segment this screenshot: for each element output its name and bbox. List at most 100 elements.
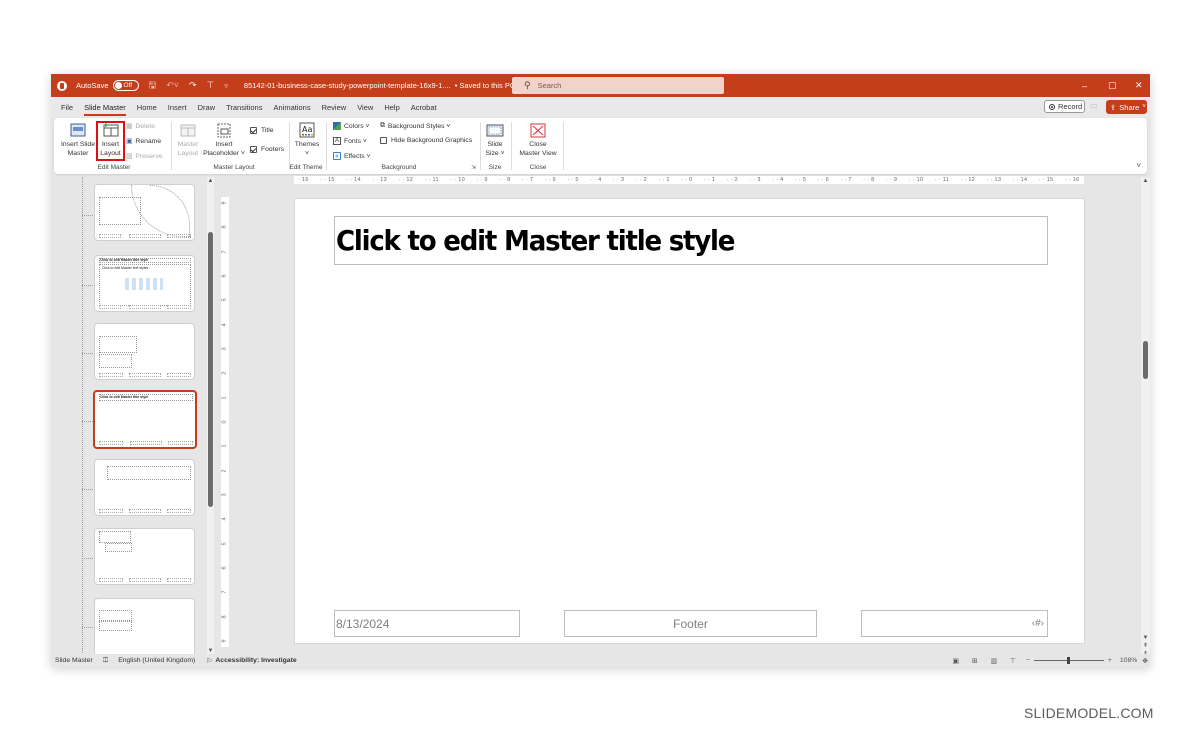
tab-acrobat[interactable]: Acrobat	[411, 103, 437, 112]
footer-placeholder	[99, 373, 123, 377]
tab-animations[interactable]: Animations	[273, 103, 310, 112]
file-name[interactable]: 85142-01-business-case-study-powerpoint-…	[244, 81, 451, 90]
accessibility-status[interactable]: Accessibility: Investigate	[215, 657, 296, 664]
close-master-view-button[interactable]: Close Master View	[516, 123, 560, 158]
ruler-tick-label: · · 14	[346, 177, 361, 183]
slide-number-placeholder[interactable]: ‹#›	[861, 610, 1048, 637]
horizontal-ruler[interactable]: · 16 · · 15 · · 14 · · 13 · · 12 · · 11 · · 10…	[294, 176, 1084, 184]
colors-button[interactable]: Colors ˅	[333, 122, 370, 130]
comment-icon[interactable]: ▭	[1090, 101, 1101, 112]
placeholder-box	[99, 531, 131, 543]
save-icon[interactable]: 🖫	[149, 78, 157, 94]
insert-slide-master-button[interactable]: Insert Slide Master	[60, 123, 96, 158]
record-button[interactable]: Record	[1044, 100, 1085, 113]
footers-checkbox[interactable]: Footers	[250, 146, 284, 153]
tab-view[interactable]: View	[357, 103, 373, 112]
footer-placeholder	[99, 441, 123, 445]
autosave-toggle[interactable]: Off	[112, 80, 139, 91]
present-icon[interactable]: ⊤	[207, 80, 215, 91]
scroll-up-icon[interactable]: ▲	[1141, 178, 1150, 184]
language-indicator[interactable]: English (United Kingdom)	[118, 657, 195, 664]
scroll-up-icon[interactable]: ▲	[207, 178, 214, 184]
separator	[289, 122, 290, 170]
main-scrollbar[interactable]: ▲ ▼ ⇞ ⇟	[1141, 177, 1150, 657]
layout-thumbnail-5[interactable]	[94, 459, 195, 516]
record-label: Record	[1058, 102, 1083, 111]
vertical-ruler[interactable]: 9 8 7 6 5 4 3 2 1 0 1 2 3 4 5 6 7 8 9	[221, 197, 229, 647]
preserve-button[interactable]: ▨ Preserve	[126, 152, 163, 161]
date-placeholder[interactable]: 8/13/2024	[334, 610, 520, 637]
tree-connector	[82, 627, 93, 628]
svg-text:Aa: Aa	[302, 125, 312, 134]
hide-background-graphics-checkbox[interactable]: Hide Background Graphics	[380, 137, 472, 144]
insert-placeholder-button[interactable]: Insert Placeholder ˅	[202, 123, 246, 158]
redo-icon[interactable]: ↷	[189, 80, 197, 91]
themes-button[interactable]: Aa Themes ˅	[292, 122, 322, 158]
spelling-icon[interactable]: ⎅	[103, 657, 108, 665]
collapse-ribbon-icon[interactable]: ˅	[1136, 161, 1141, 170]
slideshow-icon[interactable]: ⊤	[1010, 657, 1016, 665]
minimize-button[interactable]: –	[1082, 74, 1087, 97]
rename-button[interactable]: ▣ Rename	[126, 137, 161, 146]
effects-button[interactable]: Effects ˅	[333, 152, 371, 160]
zoom-slider-knob[interactable]	[1067, 657, 1071, 664]
fonts-button[interactable]: A Fonts ˅	[333, 137, 367, 145]
ruler-tick-label: 6	[222, 274, 228, 278]
fit-to-window-icon[interactable]: ✥	[1142, 657, 1148, 665]
zoom-out-button[interactable]: −	[1026, 657, 1030, 664]
slide-canvas[interactable]: Click to edit Master title style 8/13/20…	[294, 198, 1085, 644]
undo-icon[interactable]: ↶˅	[166, 80, 179, 91]
tab-review[interactable]: Review	[322, 103, 347, 112]
ruler-tick-label: 8	[222, 615, 228, 619]
slide-sorter-icon[interactable]: ⊞	[972, 657, 978, 665]
tree-connector	[82, 421, 93, 422]
ruler-tick-label: · · 13	[986, 177, 1002, 183]
tab-transitions[interactable]: Transitions	[226, 103, 262, 112]
layout-thumbnail-6[interactable]	[94, 528, 195, 585]
save-status[interactable]: • Saved to this PC	[455, 81, 516, 90]
layout-thumbnail-4-selected[interactable]: Click to edit Master title style	[93, 390, 197, 449]
layout-thumbnail-2[interactable]: Click to edit Master title style Click t…	[94, 255, 195, 312]
separator	[480, 122, 481, 170]
previous-slide-icon[interactable]: ⇞	[1141, 642, 1150, 649]
layout-thumbnail-3[interactable]	[94, 323, 195, 380]
dialog-launcher-icon[interactable]: ⇲	[471, 164, 476, 171]
thumbnail-scrollbar[interactable]: ▲ ▼	[207, 177, 214, 655]
group-label-size: Size	[488, 164, 502, 171]
tab-insert[interactable]: Insert	[168, 103, 187, 112]
background-styles-button[interactable]: ⧉ Background Styles ˅	[380, 122, 450, 130]
footer-placeholder[interactable]: Footer	[564, 610, 817, 637]
reading-view-icon[interactable]: ▥	[991, 657, 997, 665]
status-bar: Slide Master ⎅ English (United Kingdom) …	[51, 654, 1150, 667]
tab-slide-master[interactable]: Slide Master	[84, 103, 126, 116]
search-input[interactable]: ⚲ Search	[512, 77, 724, 94]
title-checkbox[interactable]: Title	[250, 127, 274, 134]
tab-draw[interactable]: Draw	[198, 103, 216, 112]
share-label: Share	[1119, 102, 1140, 112]
ruler-tick-label: 8	[222, 225, 228, 229]
footer-placeholder	[99, 509, 123, 513]
placeholder-box	[99, 621, 132, 631]
zoom-slider[interactable]	[1033, 657, 1104, 664]
status-right: ▣ ⊞ ▥ ⊤ − + 108% ✥	[952, 654, 1148, 667]
tab-help[interactable]: Help	[384, 103, 399, 112]
master-layout-button[interactable]: Master Layout	[175, 123, 201, 158]
share-button[interactable]: ⇪ Share ˅	[1106, 100, 1147, 114]
tab-file[interactable]: File	[61, 103, 73, 112]
normal-view-icon[interactable]: ▣	[952, 657, 958, 665]
close-button[interactable]: ✕	[1135, 74, 1143, 97]
scrollbar-thumb[interactable]	[1143, 341, 1148, 379]
layout-thumbnail-7[interactable]	[94, 598, 195, 655]
ruler-tick-label: 1	[222, 444, 228, 448]
zoom-in-button[interactable]: +	[1108, 657, 1112, 664]
layout-thumbnail-1[interactable]	[94, 184, 195, 241]
customize-icon[interactable]: ▿	[224, 82, 228, 90]
tab-home[interactable]: Home	[137, 103, 157, 112]
scroll-down-icon[interactable]: ▼	[1141, 635, 1150, 641]
restore-button[interactable]: ▢	[1108, 74, 1117, 97]
slide-size-button[interactable]: Slide Size ˅	[482, 123, 508, 158]
title-placeholder[interactable]: Click to edit Master title style	[334, 216, 1048, 265]
scrollbar-thumb[interactable]	[208, 232, 213, 507]
delete-button[interactable]: ▦ Delete	[126, 122, 155, 131]
zoom-level[interactable]: 108%	[1120, 657, 1137, 664]
